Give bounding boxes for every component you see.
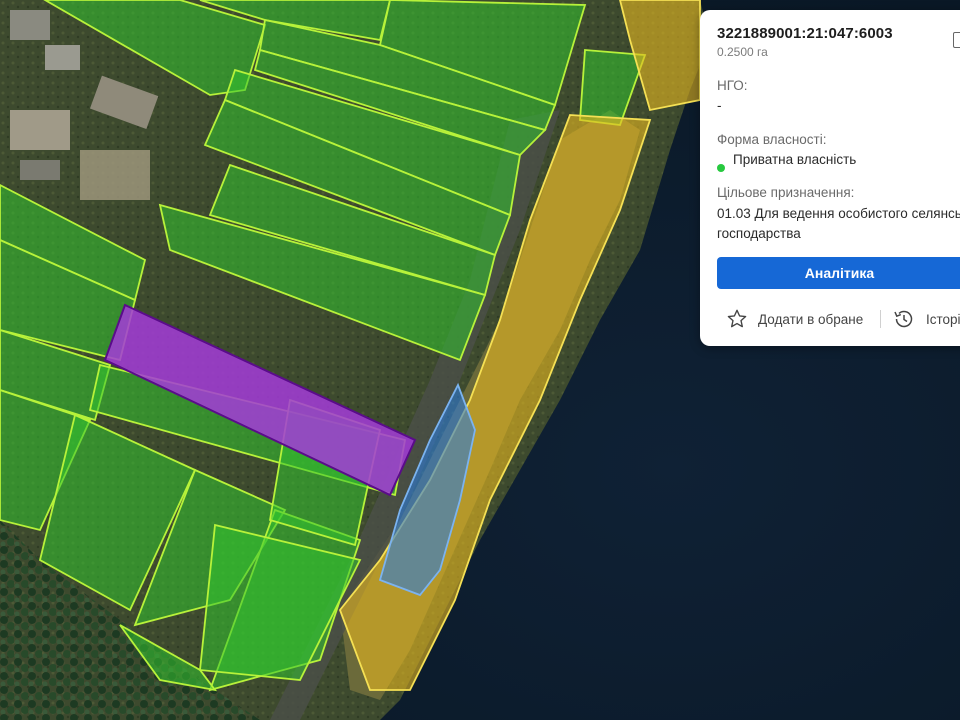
purpose-label: Цільове призначення: (717, 185, 855, 200)
history-button[interactable]: Історія (892, 306, 960, 332)
parcel-info-card: 3221889001:21:047:6003 0.2500 га НГО: - … (700, 10, 960, 346)
ownership-value: Приватна власність (733, 152, 857, 167)
copy-icon[interactable] (953, 32, 960, 48)
history-label: Історія (926, 311, 960, 327)
cadastral-number: 3221889001:21:047:6003 (717, 25, 893, 42)
purpose-value-line2: господарства (717, 226, 801, 241)
status-dot-icon (717, 164, 725, 172)
history-icon (894, 310, 913, 328)
add-favorite-button[interactable]: Додати в обране (726, 306, 863, 332)
ngo-value: - (717, 98, 722, 113)
analytics-button[interactable]: Аналітика (717, 257, 960, 289)
ownership-label: Форма власності: (717, 132, 827, 147)
star-icon (727, 309, 747, 328)
purpose-value-line1: 01.03 Для ведення особистого селянського (717, 206, 960, 221)
add-favorite-label: Додати в обране (758, 311, 864, 327)
ngo-label: НГО: (717, 78, 748, 93)
divider (880, 310, 881, 328)
parcel-area: 0.2500 га (717, 45, 768, 59)
